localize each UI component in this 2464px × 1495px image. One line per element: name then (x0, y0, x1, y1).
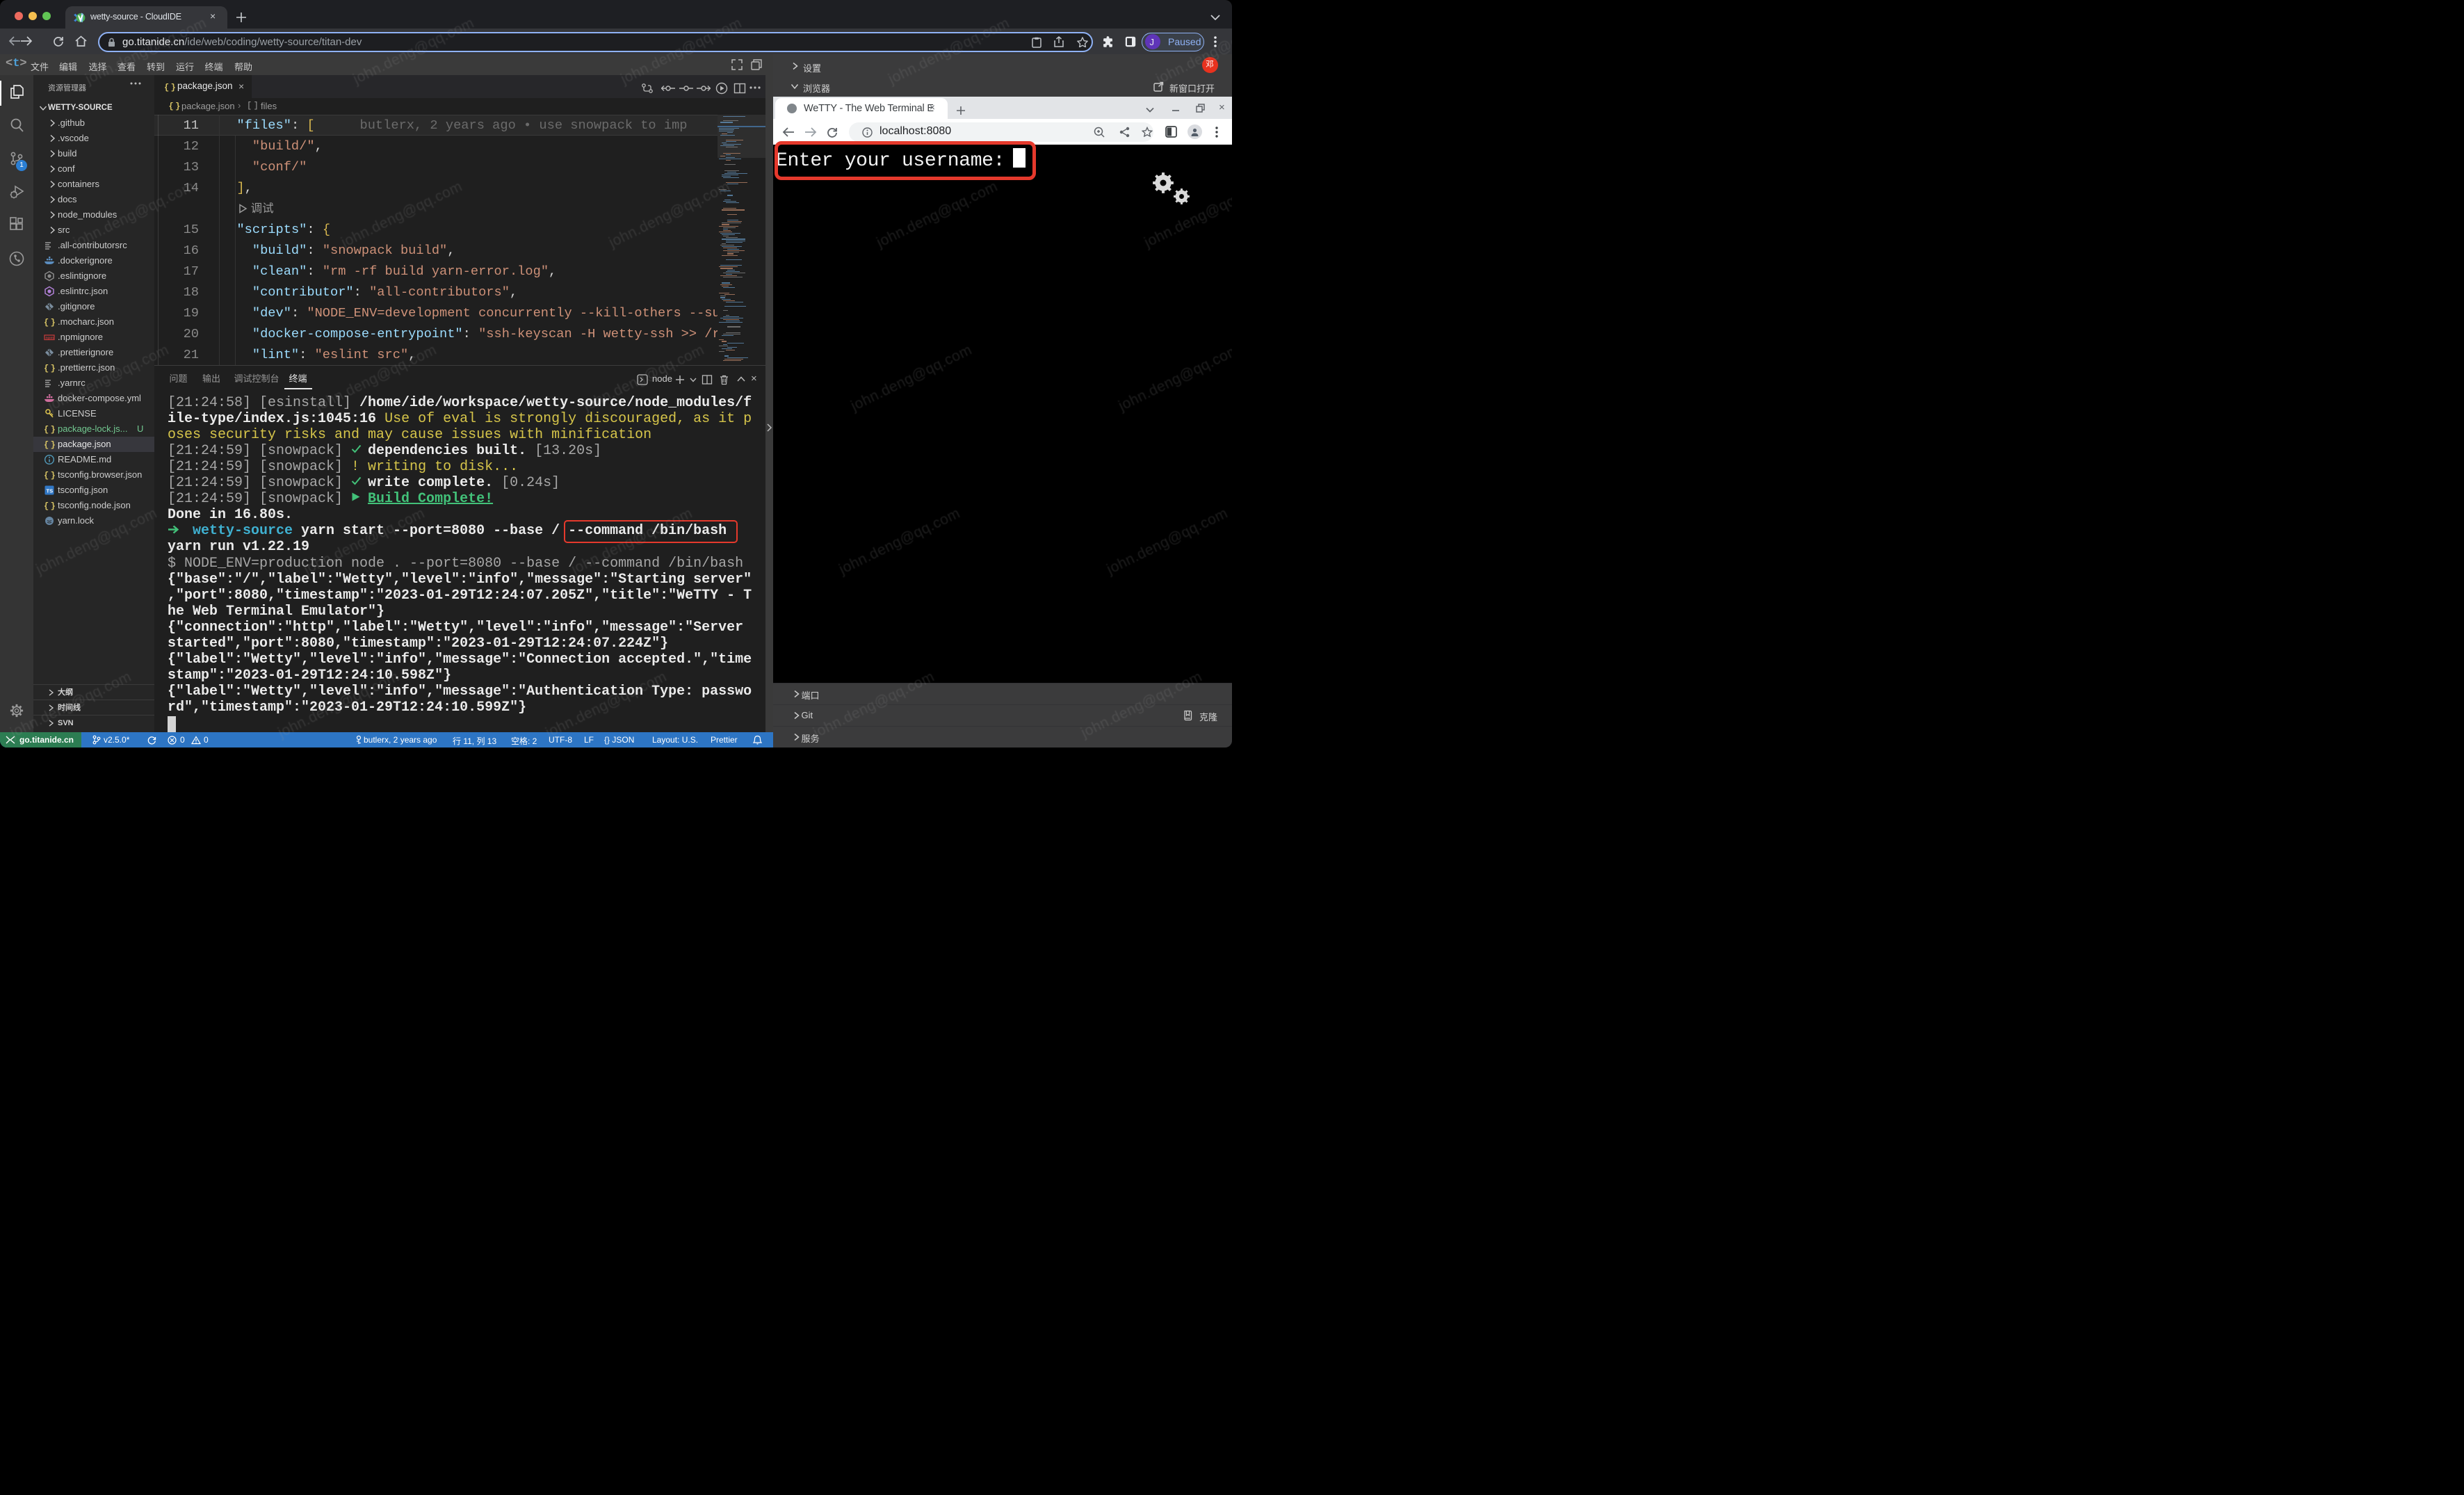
svg-text:TS: TS (47, 488, 54, 494)
svg-text:npm: npm (46, 337, 54, 341)
